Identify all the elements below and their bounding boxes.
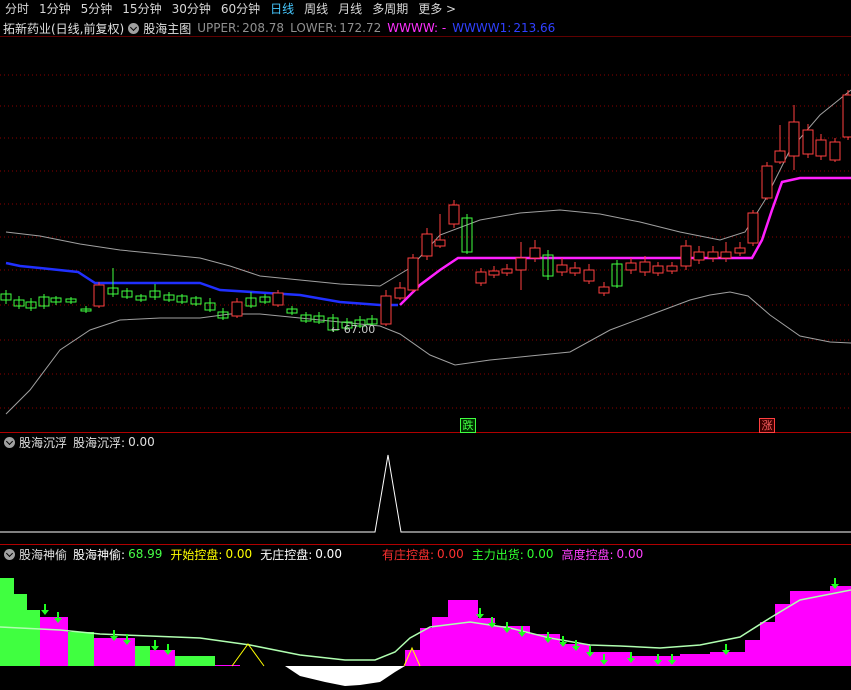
histogram-bar <box>150 650 175 666</box>
histogram-bar <box>745 640 760 666</box>
candle-body <box>842 94 851 138</box>
histogram-bar <box>68 632 94 666</box>
candle-body <box>734 247 746 254</box>
wwww-line <box>399 176 851 306</box>
candle-body <box>829 141 841 161</box>
histogram-bar <box>760 622 775 666</box>
histogram-bar <box>215 665 240 666</box>
low-price-label: ← 67.00 <box>331 323 376 336</box>
signal-fall-tag: 跌 <box>460 418 476 433</box>
candle-body <box>93 284 105 307</box>
candle-body <box>380 295 392 325</box>
candle-body <box>488 270 500 276</box>
candle-body <box>556 264 568 273</box>
candle-body <box>788 121 800 157</box>
candle-body <box>802 129 814 155</box>
histogram-bar <box>175 656 215 666</box>
candle-body <box>569 267 581 274</box>
histogram-bar <box>420 628 432 666</box>
candle-body <box>815 139 827 157</box>
histogram-bar <box>27 610 40 666</box>
candle-body <box>407 257 419 291</box>
candle-body <box>421 233 433 257</box>
candle-body <box>501 268 513 274</box>
candle-body <box>231 301 243 317</box>
candle-body <box>583 269 595 282</box>
negative-area <box>285 666 405 686</box>
histogram-bar <box>680 654 710 666</box>
candle-body <box>747 212 759 244</box>
candle-body <box>680 245 692 267</box>
candle-body <box>625 262 637 271</box>
candle-body <box>720 251 732 259</box>
arrow-down-icon <box>41 610 49 615</box>
candle-body <box>475 271 487 284</box>
candle-body <box>515 257 527 271</box>
candle-body <box>666 265 678 272</box>
chart-canvas <box>0 36 851 686</box>
candle-body <box>434 239 446 247</box>
panel2-line <box>0 454 851 533</box>
candle-body <box>598 286 610 294</box>
histogram-bar <box>14 594 27 666</box>
histogram-bar <box>830 586 851 666</box>
histogram-bar <box>590 652 630 666</box>
candle-body <box>529 247 541 259</box>
histogram-bar <box>135 646 150 666</box>
candle-body <box>394 287 406 299</box>
candle-body <box>639 261 651 273</box>
lower-band <box>5 291 851 415</box>
candle-body <box>272 292 284 306</box>
histogram-bar <box>40 617 68 666</box>
signal-rise-tag: 涨 <box>759 418 775 433</box>
candle-body <box>707 251 719 259</box>
histogram-bar <box>448 600 478 666</box>
candle-body <box>761 165 773 199</box>
candle-body <box>448 204 460 225</box>
candle-body <box>693 251 705 261</box>
histogram-bar <box>710 652 745 666</box>
histogram-bar <box>0 578 14 666</box>
candle-body <box>774 150 786 163</box>
candle-body <box>652 265 664 274</box>
